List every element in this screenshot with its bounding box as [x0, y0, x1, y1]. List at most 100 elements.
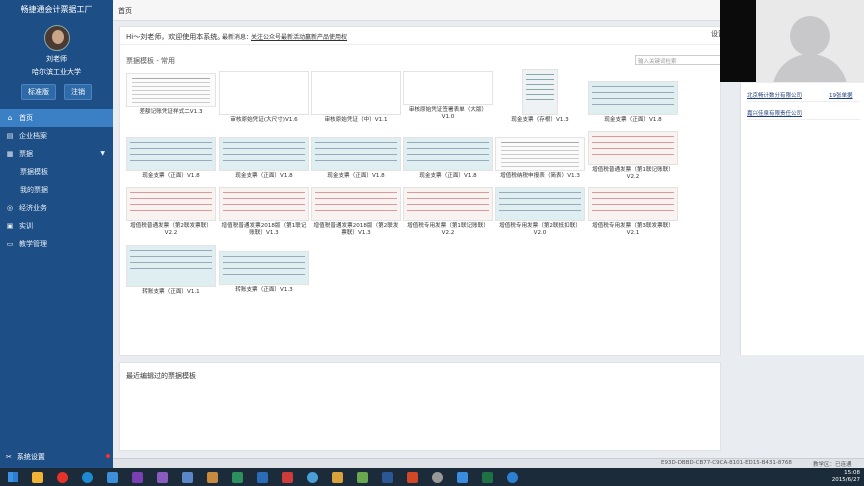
template-label: 转账支票（正面）V1.3	[235, 287, 293, 293]
taskbar-app[interactable]	[351, 469, 373, 485]
template-card[interactable]: 现金支票（正面）V1.8	[219, 137, 309, 180]
template-card[interactable]: 转账支票（正面）V1.1	[126, 245, 216, 296]
template-card[interactable]: 增值税专用发票（第1联记账联）V2.2	[403, 187, 493, 237]
template-card[interactable]: 增值税普通发票2018版（第1联记账联）V1.3	[219, 187, 309, 237]
taskbar: 15:08 2015/6/27	[0, 468, 864, 486]
nav-item-company[interactable]: ▤ 企业档案	[0, 127, 113, 145]
app-icon	[181, 471, 193, 483]
nav-item-business[interactable]: ◎ 经济业务	[0, 199, 113, 217]
template-label: 增值税纳税申报表（简表）V1.3	[500, 173, 580, 179]
session-id: E93D-DBBD-CB77-C9CA-8101-ED15-B431-8768	[661, 460, 792, 466]
template-card[interactable]: 增值税专用发票（第3联发票联）V2.1	[588, 187, 678, 237]
taskbar-app[interactable]	[101, 469, 123, 485]
taskbar-app[interactable]	[51, 469, 73, 485]
taskbar-app[interactable]	[276, 469, 298, 485]
taskbar-app[interactable]	[26, 469, 48, 485]
nav-label: 教学管理	[19, 240, 47, 248]
nav-item-ticket-template[interactable]: 票据模板	[0, 163, 113, 181]
business-icon: ◎	[6, 204, 14, 212]
nav-item-teaching[interactable]: ▭ 教学管理	[0, 235, 113, 253]
app-icon	[206, 471, 218, 483]
template-card[interactable]: 现金支票（正面）V1.8	[588, 81, 678, 124]
nav-label: 经济业务	[19, 204, 47, 212]
system-tray-clock[interactable]: 15:08 2015/6/27	[832, 470, 860, 484]
template-card[interactable]: 增值税普通发票（第2联发票联）V2.2	[126, 187, 216, 237]
app-icon	[456, 471, 468, 483]
taskbar-app[interactable]	[501, 469, 523, 485]
search-input[interactable]: 输入关键词检索	[635, 55, 721, 65]
template-card[interactable]: 增值税普通发票（第1联记账联）V2.2	[588, 131, 678, 181]
webcam-overlay	[720, 0, 864, 82]
template-thumbnail	[403, 71, 493, 105]
template-thumbnail	[495, 137, 585, 171]
template-card[interactable]: 审核原始凭证（中）V1.1	[311, 71, 401, 124]
taskbar-app[interactable]	[476, 469, 498, 485]
system-settings[interactable]: ✂ 系统设置	[6, 452, 110, 462]
nav-item-training[interactable]: ▣ 实训	[0, 217, 113, 235]
recent-templates-panel: 最近编辑过的票据模板	[119, 362, 721, 451]
start-button[interactable]	[0, 468, 26, 486]
main-panel: Hi～刘老师，欢迎使用本系统。 最新消息： 关注公众号最新活动赢新产品使用权 票…	[119, 26, 721, 356]
template-card[interactable]: 现金支票（存根）V1.3	[495, 69, 585, 124]
taskbar-app[interactable]	[176, 469, 198, 485]
clock-date: 2015/6/27	[831, 477, 860, 483]
taskbar-app[interactable]	[401, 469, 423, 485]
taskbar-app[interactable]	[251, 469, 273, 485]
template-card[interactable]: 增值税纳税申报表（简表）V1.3	[495, 137, 585, 180]
nav-menu: ⌂ 首页 ▤ 企业档案 ▦ 票据 ▼ 票据模板 我的票据 ◎ 经济业务 ▣ 实训…	[0, 109, 113, 253]
clock-time: 15:08	[844, 470, 860, 476]
edition-button[interactable]: 标准版	[21, 84, 56, 100]
webcam-frame	[756, 0, 864, 82]
chevron-down-icon: ▼	[100, 150, 105, 157]
greeting: Hi～刘老师，欢迎使用本系统。	[126, 33, 225, 41]
app-icon	[331, 471, 343, 483]
wrench-icon: ✂	[6, 453, 12, 461]
nav-item-ticket[interactable]: ▦ 票据 ▼	[0, 145, 113, 163]
nav-item-my-tickets[interactable]: 我的票据	[0, 181, 113, 199]
taskbar-app[interactable]	[301, 469, 323, 485]
template-label: 现金支票（正面）V1.8	[419, 173, 477, 179]
notice-label: 最新消息：	[222, 34, 253, 41]
taskbar-app[interactable]	[151, 469, 173, 485]
company-panel: 设置 北京畅计数分有限公司 19张单据 嘉兴佳泉有限责任公司	[711, 30, 864, 355]
taskbar-app[interactable]	[326, 469, 348, 485]
notice-link[interactable]: 关注公众号最新活动赢新产品使用权	[251, 32, 347, 41]
template-label: 增值税普通发票（第1联记账联）V2.2	[592, 167, 674, 180]
template-label: 增值税普通发票（第2联发票联）V2.2	[130, 223, 212, 236]
template-card[interactable]: 现金支票（正面）V1.8	[403, 137, 493, 180]
taskbar-app[interactable]	[376, 469, 398, 485]
template-card[interactable]: 增值税专用发票（第2联抵扣联）V2.0	[495, 187, 585, 237]
breadcrumb[interactable]: 首页	[118, 6, 132, 16]
taskbar-app[interactable]	[426, 469, 448, 485]
nav-label: 实训	[19, 222, 33, 230]
template-card[interactable]: 审核原始凭证签署表单（大版）V1.0	[403, 71, 493, 121]
template-card[interactable]: 增值税普通发票2018版（第2联发票联）V1.3	[311, 187, 401, 237]
taskbar-app[interactable]	[226, 469, 248, 485]
app-icon	[156, 471, 168, 483]
word-icon	[381, 471, 393, 483]
template-label: 增值税专用发票（第1联记账联）V2.2	[407, 223, 489, 236]
taskbar-app[interactable]	[201, 469, 223, 485]
app-icon	[506, 471, 518, 483]
divider	[747, 101, 860, 102]
template-thumbnail	[495, 187, 585, 221]
template-card[interactable]: 现金支票（正面）V1.8	[311, 137, 401, 180]
template-card[interactable]: 差额记账凭证样式二V1.3	[126, 73, 216, 116]
template-card[interactable]: 审核原始凭证(大尺寸)V1.6	[219, 71, 309, 124]
nav-item-home[interactable]: ⌂ 首页	[0, 109, 113, 127]
avatar[interactable]	[43, 25, 70, 51]
sidebar: 畅捷通会计票据工厂 刘老师 哈尔滨工业大学 标准版 注销 ⌂ 首页 ▤ 企业档案…	[0, 0, 113, 468]
template-card[interactable]: 转账支票（正面）V1.3	[219, 251, 309, 294]
connection-status: 教学区：已连通	[813, 462, 852, 468]
taskbar-app[interactable]	[76, 469, 98, 485]
template-thumbnail	[403, 137, 493, 171]
template-card[interactable]: 现金支票（正面）V1.8	[126, 137, 216, 180]
taskbar-app[interactable]	[126, 469, 148, 485]
template-thumbnail	[126, 73, 216, 107]
company-link[interactable]: 北京畅计数分有限公司	[747, 91, 802, 99]
logout-button[interactable]: 注销	[64, 84, 92, 100]
company-link[interactable]: 嘉兴佳泉有限责任公司	[747, 109, 802, 117]
divider	[120, 44, 720, 45]
taskbar-app[interactable]	[451, 469, 473, 485]
company-ticket-count[interactable]: 19张单据	[829, 91, 853, 99]
